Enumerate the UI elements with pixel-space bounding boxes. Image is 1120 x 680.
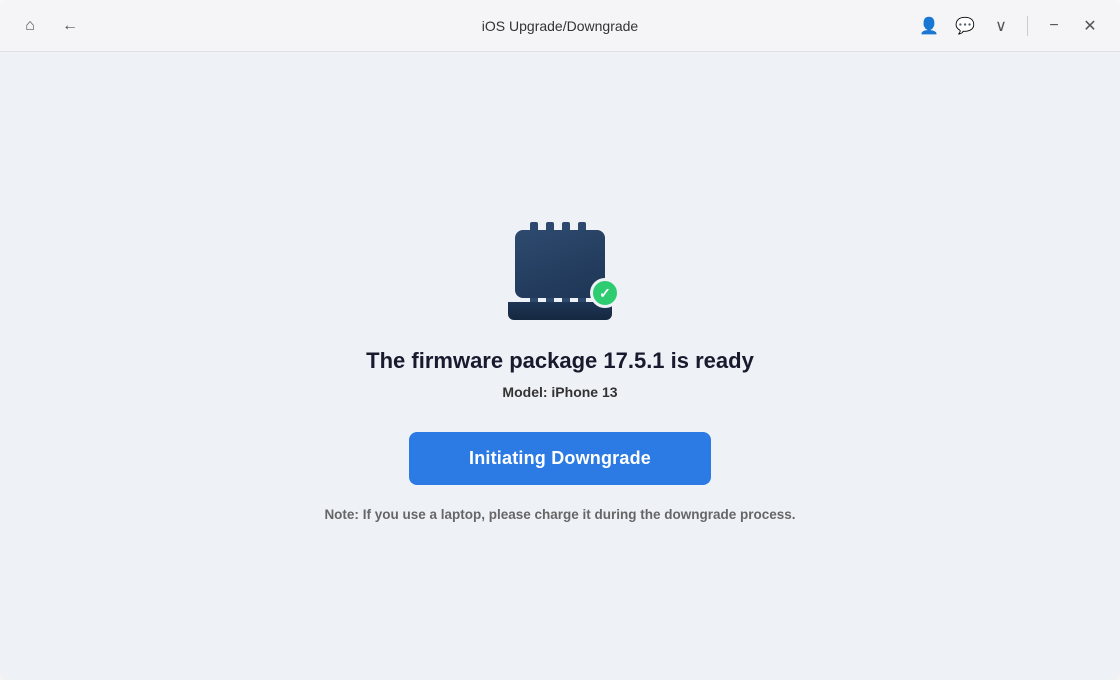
model-info: Model: iPhone 13 — [502, 384, 617, 400]
chat-icon[interactable]: 💬 — [951, 12, 979, 40]
initiating-downgrade-button[interactable]: Initiating Downgrade — [409, 432, 711, 485]
close-icon[interactable]: ✕ — [1076, 12, 1104, 40]
titlebar: ⌂ ← iOS Upgrade/Downgrade 👤 💬 ∨ − ✕ — [0, 0, 1120, 52]
check-badge: ✓ — [590, 278, 620, 308]
home-icon[interactable]: ⌂ — [16, 12, 44, 40]
titlebar-right: 👤 💬 ∨ − ✕ — [915, 12, 1104, 40]
app-window: ⌂ ← iOS Upgrade/Downgrade 👤 💬 ∨ − ✕ — [0, 0, 1120, 680]
chip-illustration: ✓ — [500, 210, 620, 320]
model-label: Model: — [502, 384, 547, 400]
minimize-icon[interactable]: − — [1040, 12, 1068, 40]
firmware-ready-title: The firmware package 17.5.1 is ready — [366, 348, 754, 374]
window-title: iOS Upgrade/Downgrade — [482, 18, 638, 34]
back-icon[interactable]: ← — [56, 12, 84, 40]
note-label: Note: — [324, 507, 359, 522]
model-value: iPhone 13 — [551, 384, 617, 400]
titlebar-divider — [1027, 16, 1028, 36]
main-content: ✓ The firmware package 17.5.1 is ready M… — [0, 52, 1120, 680]
note-content: If you use a laptop, please charge it du… — [363, 507, 796, 522]
account-icon[interactable]: 👤 — [915, 12, 943, 40]
titlebar-left: ⌂ ← — [16, 12, 84, 40]
note-section: Note: If you use a laptop, please charge… — [324, 507, 795, 522]
dropdown-icon[interactable]: ∨ — [987, 12, 1015, 40]
